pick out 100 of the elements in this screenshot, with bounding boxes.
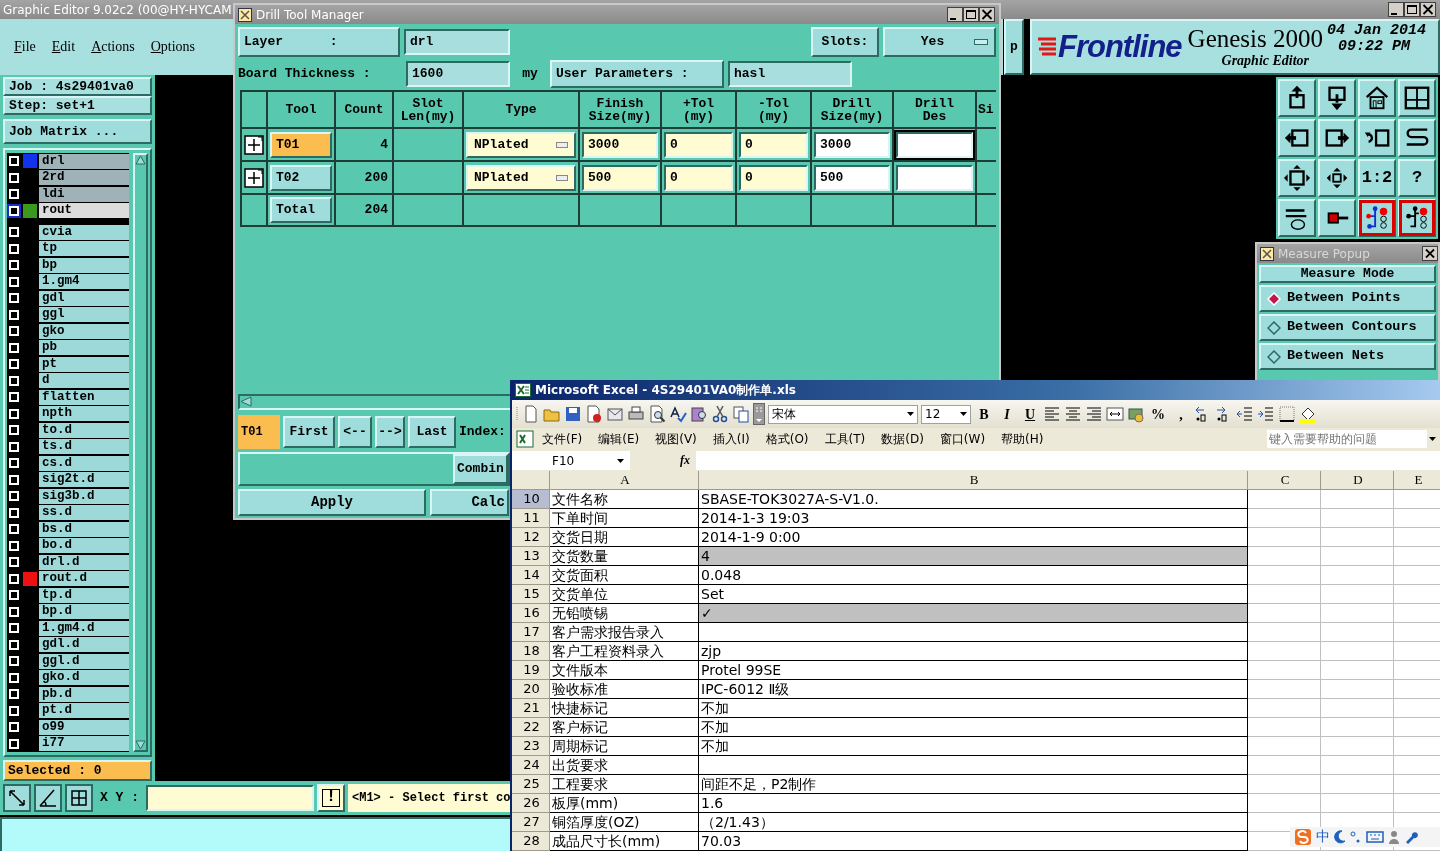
type-dropdown[interactable]: NPlated <box>466 164 576 191</box>
nav-button[interactable]: Last <box>408 416 456 448</box>
nav-button[interactable]: --> <box>375 416 405 448</box>
row-header[interactable]: 18 <box>512 642 550 661</box>
tool-button[interactable]: 1:2 <box>1358 159 1396 197</box>
finish-size-field[interactable]: 500 <box>582 164 658 191</box>
menu-item[interactable]: 文件(F) <box>534 430 591 448</box>
nav-button[interactable]: <-- <box>338 416 372 448</box>
layer-button[interactable]: Layer : <box>238 26 400 57</box>
row-header[interactable]: 27 <box>512 813 550 832</box>
row-header[interactable]: 10 <box>512 490 550 509</box>
row-header[interactable]: 24 <box>512 756 550 775</box>
row-header[interactable]: 22 <box>512 718 550 737</box>
menu-item[interactable]: 视图(V) <box>647 430 705 448</box>
layer-name[interactable]: pt <box>39 356 129 372</box>
layer-name[interactable]: cvia <box>39 224 129 240</box>
layer-name[interactable]: i77 <box>39 736 129 751</box>
row-header[interactable]: 16 <box>512 604 550 623</box>
column-header[interactable]: D <box>1321 471 1394 490</box>
menu-button[interactable]: p <box>1004 19 1024 75</box>
layer-name[interactable]: tp <box>39 241 129 256</box>
alert-button[interactable]: ! <box>317 784 345 812</box>
layer-name[interactable]: drl <box>39 153 129 169</box>
format-button[interactable]: I <box>997 404 1017 424</box>
row-header[interactable]: 21 <box>512 699 550 718</box>
column-header[interactable]: C <box>1248 471 1321 490</box>
menu-item[interactable]: Options <box>150 39 196 55</box>
row-header[interactable]: 23 <box>512 737 550 756</box>
menu-item[interactable]: 编辑(E) <box>590 430 648 448</box>
layer-name[interactable]: bp.d <box>39 604 129 619</box>
help-search-field[interactable]: 键入需要帮助的问题 <box>1267 430 1427 448</box>
finish-size-field[interactable]: 3000 <box>582 131 658 158</box>
layer-name[interactable]: gko.d <box>39 670 129 685</box>
row-header[interactable]: 28 <box>512 832 550 851</box>
column-header[interactable]: B <box>699 471 1248 490</box>
menu-item[interactable]: Actions <box>91 39 135 55</box>
menu-item[interactable]: 窗口(W) <box>931 430 994 448</box>
minus-tolerance-field[interactable]: 0 <box>739 131 808 158</box>
menu-item[interactable]: 工具(T) <box>816 430 874 448</box>
user-parameters-field[interactable]: hasl <box>728 60 852 87</box>
layer-field[interactable]: drl <box>404 28 510 55</box>
tool-button[interactable]: T02 <box>270 164 332 191</box>
tool-button[interactable]: T01 <box>270 131 332 158</box>
layer-name[interactable]: 1.gm4 <box>39 274 129 289</box>
layer-name[interactable]: gdl.d <box>39 637 129 652</box>
layer-name[interactable]: drl.d <box>39 554 129 570</box>
format-button[interactable]: U <box>1020 404 1040 424</box>
layer-name[interactable]: bo.d <box>39 538 129 553</box>
row-header[interactable]: 11 <box>512 509 550 528</box>
type-dropdown[interactable]: NPlated <box>466 131 576 158</box>
row-header[interactable]: 20 <box>512 680 550 699</box>
layer-name[interactable]: flatten <box>39 389 129 405</box>
layer-name[interactable]: rout <box>39 203 129 218</box>
combine-button[interactable]: Combin <box>453 454 508 484</box>
drill-size-field[interactable]: 500 <box>814 164 890 191</box>
calculate-button[interactable]: Calc <box>430 488 509 516</box>
layer-name[interactable]: o99 <box>39 719 129 735</box>
row-header[interactable]: 12 <box>512 528 550 547</box>
layer-name[interactable]: 1.gm4.d <box>39 620 129 636</box>
layer-name[interactable]: cs.d <box>39 455 129 471</box>
row-header[interactable]: 14 <box>512 566 550 585</box>
menu-item[interactable]: 数据(D) <box>873 430 932 448</box>
column-header[interactable]: A <box>550 471 699 490</box>
layer-name[interactable]: pb <box>39 340 129 355</box>
plus-tolerance-field[interactable]: 0 <box>664 131 733 158</box>
row-header[interactable]: 26 <box>512 794 550 813</box>
nav-button[interactable]: First <box>283 416 335 448</box>
layer-name[interactable]: ss.d <box>39 505 129 520</box>
row-header[interactable]: 17 <box>512 623 550 642</box>
row-header[interactable]: 19 <box>512 661 550 680</box>
layer-name[interactable]: to.d <box>39 422 129 438</box>
layer-name[interactable]: pt.d <box>39 703 129 718</box>
radio-option[interactable]: Between Contours <box>1259 314 1436 341</box>
menu-item[interactable]: 格式(O) <box>757 430 817 448</box>
slots-dropdown[interactable]: Yes <box>883 26 996 57</box>
layer-name[interactable]: bs.d <box>39 521 129 537</box>
layer-name[interactable]: gko <box>39 323 129 339</box>
layer-name[interactable]: ldi <box>39 186 129 202</box>
layer-name[interactable]: sig2t.d <box>39 472 129 487</box>
layer-name[interactable]: bp <box>39 257 129 273</box>
layer-name[interactable]: npth <box>39 406 129 421</box>
row-header[interactable]: 13 <box>512 547 550 566</box>
font-dropdown[interactable]: 宋体 <box>768 404 918 424</box>
user-parameters-button[interactable]: User Parameters : <box>550 59 724 88</box>
minus-tolerance-field[interactable]: 0 <box>739 164 808 191</box>
layer-name[interactable]: d <box>39 373 129 388</box>
thickness-field[interactable]: 1600 <box>406 60 510 87</box>
job-matrix-button[interactable]: Job Matrix ... <box>3 119 152 144</box>
row-header[interactable]: 15 <box>512 585 550 604</box>
menu-item[interactable]: 插入(I) <box>704 430 758 448</box>
number-format-button[interactable]: , <box>1171 404 1191 424</box>
layer-name[interactable]: 2rd <box>39 170 129 185</box>
menu-item[interactable]: 帮助(H) <box>993 430 1052 448</box>
name-box[interactable]: F10 <box>512 451 630 470</box>
layer-name[interactable]: gdl <box>39 290 129 306</box>
layer-name[interactable]: pb.d <box>39 686 129 702</box>
radio-option[interactable]: Between Points <box>1259 285 1436 312</box>
font-size-dropdown[interactable]: 12 <box>921 404 971 424</box>
plus-tolerance-field[interactable]: 0 <box>664 164 733 191</box>
radio-option[interactable]: Between Nets <box>1259 343 1436 370</box>
